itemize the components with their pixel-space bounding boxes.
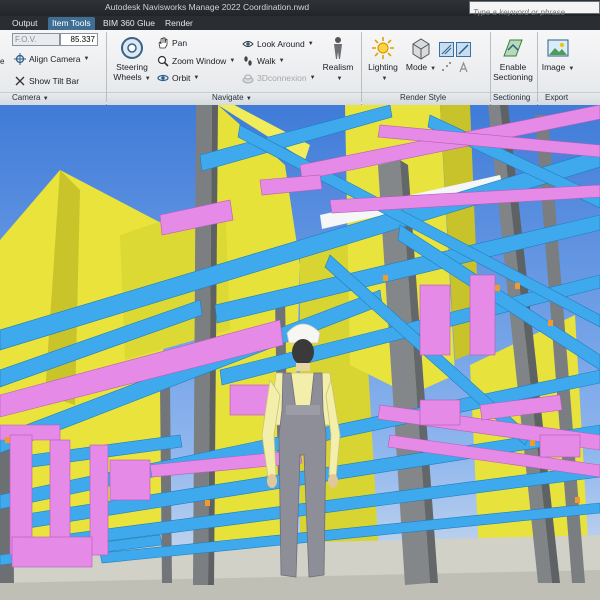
camera-left-stub-button[interactable]: e: [0, 54, 4, 68]
tab-render[interactable]: Render: [165, 17, 193, 30]
ribbon: F.O.V. 85.337 e Align Camera ▼ Show Tilt …: [0, 30, 600, 105]
lines-icon: [458, 44, 469, 55]
sun-icon: [372, 37, 394, 59]
3d-mouse-icon: [242, 74, 254, 84]
image-export-button[interactable]: Image ▼: [540, 36, 576, 74]
orbit-icon: [157, 74, 169, 82]
align-camera-icon: [14, 53, 26, 65]
tilt-bar-icon: [15, 76, 25, 86]
tab-bim-360-glue[interactable]: BIM 360 Glue: [103, 17, 155, 30]
text-icon: [459, 61, 468, 73]
steering-wheels-button[interactable]: Steering Wheels ▼: [112, 36, 152, 84]
cube-icon: [412, 38, 430, 60]
hand-icon: [158, 37, 168, 49]
navigate-panel-title[interactable]: Navigate ▼: [212, 93, 252, 104]
fov-value-field[interactable]: 85.337: [60, 33, 98, 46]
enable-sectioning-button[interactable]: Enable Sectioning: [491, 36, 535, 82]
lighting-button[interactable]: Lighting▼: [365, 36, 401, 84]
points-icon: [442, 62, 451, 71]
render-style-panel-title: Render Style: [400, 93, 447, 102]
lines-toggle[interactable]: [456, 42, 471, 57]
text-toggle[interactable]: [456, 60, 471, 75]
zoom-window-button[interactable]: Zoom Window ▼: [157, 54, 235, 68]
magnifier-icon: [157, 55, 169, 67]
title-bar: Autodesk Navisworks Manage 2022 Coordina…: [0, 0, 600, 18]
mode-button[interactable]: Mode ▼: [404, 36, 438, 74]
3d-viewport[interactable]: [0, 105, 600, 600]
sectioning-panel-title: Sectioning: [493, 93, 531, 102]
surfaces-toggle[interactable]: [439, 42, 454, 57]
realism-button[interactable]: Realism▼: [320, 36, 356, 84]
person-icon: [334, 37, 342, 59]
tab-output[interactable]: Output: [12, 17, 38, 30]
eye-icon: [242, 41, 254, 47]
show-tilt-bar-button[interactable]: Show Tilt Bar: [14, 74, 79, 88]
model-scene[interactable]: [0, 105, 600, 600]
picture-icon: [547, 39, 569, 57]
steering-wheel-icon: [121, 37, 143, 59]
section-plane-icon: [503, 39, 523, 57]
footprints-icon: [244, 56, 252, 66]
export-panel-title: Export: [545, 93, 569, 102]
search-box[interactable]: [469, 1, 600, 18]
3dconnexion-button: 3Dconnexion ▼: [242, 71, 316, 85]
tab-item-tools[interactable]: Item Tools: [48, 17, 95, 30]
points-toggle[interactable]: [439, 60, 454, 75]
orbit-button[interactable]: Orbit ▼: [157, 71, 199, 85]
window-title: Autodesk Navisworks Manage 2022 Coordina…: [105, 2, 310, 12]
fov-label-field: F.O.V.: [12, 33, 60, 46]
look-around-button[interactable]: Look Around ▼: [242, 37, 314, 51]
surfaces-icon: [441, 44, 452, 55]
pan-button[interactable]: Pan: [157, 36, 187, 50]
ribbon-tabs: Output Item Tools BIM 360 Glue Render: [0, 16, 600, 30]
align-camera-button[interactable]: Align Camera ▼: [14, 52, 89, 66]
walk-button[interactable]: Walk ▼: [242, 54, 285, 68]
camera-panel-title[interactable]: Camera ▼: [12, 93, 49, 104]
